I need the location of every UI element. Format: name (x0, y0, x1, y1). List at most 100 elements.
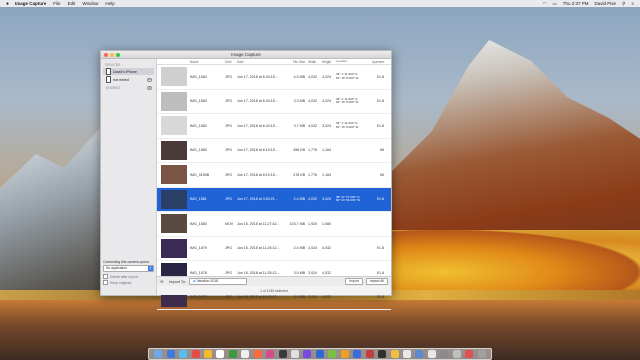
table-row[interactable]: IMG_1581 JPG Jun 17, 2018 at 3:00:21... 2.4… (157, 187, 391, 212)
cell-name: IMG_1578 (190, 270, 207, 275)
cell-aperture: f/1.8 (377, 246, 384, 251)
dock-app-icon[interactable] (328, 350, 337, 358)
shared-badge: 84 (146, 85, 152, 90)
column-header-kind[interactable]: Kind (225, 60, 237, 64)
thumbnail-image[interactable] (160, 189, 187, 209)
rotate-icon[interactable]: ⟲ (160, 279, 163, 284)
menu-user[interactable]: David Pise (595, 1, 617, 6)
dock-app-icon[interactable] (303, 350, 312, 358)
dock-app-icon[interactable] (477, 350, 486, 358)
dock-app-icon[interactable] (415, 350, 424, 358)
dock-app-icon[interactable] (365, 350, 374, 358)
dock-app-icon[interactable] (291, 350, 300, 358)
dock-app-icon[interactable] (179, 350, 188, 358)
dock-app-icon[interactable] (241, 350, 250, 358)
thumbnail-image[interactable] (160, 116, 187, 136)
cell-thumb (157, 91, 190, 111)
dock-app-icon[interactable] (340, 350, 349, 358)
import-folder-select[interactable]: ▰ Vacation 2018 (189, 278, 247, 285)
import-button[interactable]: Import (345, 278, 363, 285)
dock-app-icon[interactable] (353, 350, 362, 358)
dock-app-icon[interactable] (315, 350, 324, 358)
column-header-width[interactable]: Width (308, 60, 322, 64)
cell-height: 4,032 (322, 295, 331, 300)
spotlight-icon[interactable]: ⚲ (622, 1, 625, 7)
notification-center-icon[interactable]: ≡ (631, 1, 634, 6)
table-row[interactable]: IMG_1584 JPG Jun 17, 2018 at 6:43:15... 4.5… (157, 65, 391, 90)
cell-size: 276 KB (293, 172, 305, 177)
table-row[interactable]: IMG_1583 JPG Jun 17, 2018 at 6:43:15... 3.3… (157, 90, 391, 114)
thumbnail-image[interactable] (160, 67, 187, 87)
dock-app-icon[interactable] (253, 350, 262, 358)
thumbnail-image[interactable] (160, 140, 187, 160)
table-row[interactable]: IMG_1580 JPG Jun 17, 2018 at 6:19:15... 456… (157, 139, 391, 163)
cell-kind: MOV (225, 221, 234, 226)
window-titlebar[interactable]: Image Capture (101, 51, 391, 59)
menu-app-name[interactable]: Image Capture (15, 1, 46, 6)
thumbnail-image[interactable] (160, 91, 187, 111)
dock-app-icon[interactable] (440, 350, 449, 358)
checkbox[interactable] (103, 274, 108, 279)
menu-help[interactable]: Help (105, 1, 114, 6)
table-row[interactable]: IMG_0150B JPG Jun 17, 2018 at 6:19:15... 27… (157, 163, 391, 188)
checkbox[interactable] (103, 280, 108, 285)
file-list: Name Kind Date File Size Width Height Lo… (157, 59, 391, 310)
dock-app-icon[interactable] (228, 350, 237, 358)
dock-app-icon[interactable] (154, 350, 163, 358)
import-all-button[interactable]: Import All (365, 278, 388, 285)
menu-edit[interactable]: Edit (68, 1, 76, 6)
cell-height: 4,032 (322, 270, 331, 275)
menu-file[interactable]: File (53, 1, 60, 6)
dock-app-icon[interactable] (427, 350, 436, 358)
cell-thumb (157, 238, 190, 258)
column-header-date[interactable]: Date (237, 60, 287, 64)
thumbnail-image[interactable] (160, 238, 187, 258)
dock-app-icon[interactable] (390, 350, 399, 358)
import-bar: ⟲ Import To: ▰ Vacation 2018 Import Impo… (157, 276, 391, 286)
cell-aperture: f/1.8 (377, 197, 384, 202)
cell-size: 3.7 MB (293, 123, 305, 128)
battery-icon[interactable]: ▭ (553, 1, 557, 7)
table-row[interactable]: IMG_1580 MOV Jun 16, 2018 at 11:27:42... 10… (157, 212, 391, 237)
column-header-aperture[interactable]: Aperture (372, 60, 386, 64)
table-row[interactable]: IMG_1582 JPG Jun 17, 2018 at 6:43:15... 3.7… (157, 114, 391, 139)
dock-app-icon[interactable] (452, 350, 461, 358)
sidebar-item-label: David's iPhone (113, 69, 137, 74)
dock-app-icon[interactable] (203, 350, 212, 358)
menu-window[interactable]: Window (82, 1, 98, 6)
keep-originals-option[interactable]: Keep originals (103, 280, 154, 285)
cell-kind: JPG (225, 148, 232, 153)
dock-app-icon[interactable] (465, 350, 474, 358)
dock-app-icon[interactable] (266, 350, 275, 358)
dock-app-icon[interactable] (378, 350, 387, 358)
column-header-name[interactable]: Name (190, 60, 225, 64)
dock-app-icon[interactable] (191, 350, 200, 358)
column-header-height[interactable]: Height (322, 60, 336, 64)
dock-app-icon[interactable] (216, 350, 225, 358)
table-row[interactable]: IMG_1579 JPG Jun 16, 2018 at 11:25:12... 2.… (157, 237, 391, 261)
dock-app-icon[interactable] (166, 350, 175, 358)
cell-size: 456 KB (293, 148, 305, 153)
cell-date: Jun 17, 2018 at 6:43:15... (237, 99, 278, 104)
dock-app-icon[interactable] (278, 350, 287, 358)
cell-aperture: f/8 (380, 172, 384, 177)
column-header-size[interactable]: File Size (287, 60, 308, 64)
cell-date: Jun 17, 2018 at 6:19:15... (237, 172, 278, 177)
connect-app-select[interactable]: No application ▾ (103, 265, 154, 272)
delete-after-import-option[interactable]: Delete after import (103, 274, 154, 279)
apple-menu-icon[interactable]: ● (6, 1, 9, 7)
wifi-icon[interactable]: ◠ (543, 1, 547, 7)
cell-location: 39° 1' 11.000" N 81° 15' 8.000" W (336, 122, 359, 129)
column-header-location[interactable]: Location (336, 60, 372, 64)
chevron-down-icon: ▾ (148, 266, 153, 271)
thumbnail-image[interactable] (160, 165, 187, 185)
sidebar-item-iphone[interactable]: David's iPhone (103, 68, 154, 75)
thumbnail-image[interactable] (160, 214, 187, 234)
dock-app-icon[interactable] (402, 350, 411, 358)
cell-size: 3.0 MB (293, 270, 305, 275)
eject-icon[interactable]: ⏏ (147, 77, 152, 82)
cell-aperture: f/1.8 (377, 270, 384, 275)
menu-clock[interactable]: Thu 2:37 PM (563, 1, 589, 6)
sidebar-item-disk[interactable]: not mined ⏏ (103, 76, 154, 83)
cell-thumb (157, 67, 190, 87)
